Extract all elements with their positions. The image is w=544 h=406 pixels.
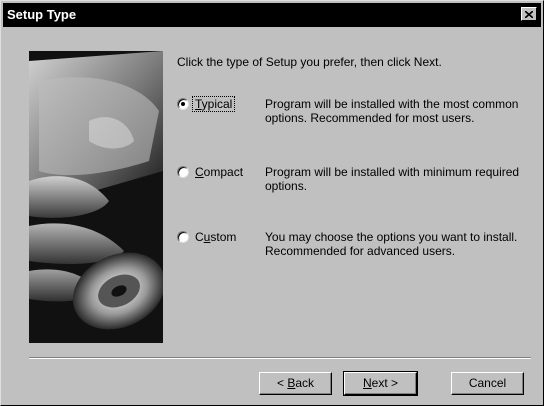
back-button[interactable]: < Back xyxy=(259,372,332,395)
radio-typical[interactable] xyxy=(177,98,189,110)
option-custom-label[interactable]: Custom xyxy=(193,230,238,244)
instructions-text: Click the type of Setup you prefer, then… xyxy=(177,55,442,69)
title-bar[interactable]: Setup Type xyxy=(3,3,541,27)
option-typical-label[interactable]: Typical xyxy=(191,96,236,112)
radio-compact[interactable] xyxy=(177,166,189,178)
close-icon xyxy=(525,10,533,18)
setup-type-dialog: Setup Type Click the type of Setup you p… xyxy=(0,0,544,406)
cancel-button[interactable]: Cancel xyxy=(451,372,524,395)
window-title: Setup Type xyxy=(7,7,77,22)
option-custom-description: You may choose the options you want to i… xyxy=(265,230,518,258)
separator-line xyxy=(29,357,531,359)
radio-custom[interactable] xyxy=(177,231,189,243)
option-compact-description: Program will be installed with minimum r… xyxy=(265,165,520,193)
next-button[interactable]: Next > xyxy=(343,371,418,396)
radio-selected-dot xyxy=(181,102,185,106)
setup-artwork-graphic xyxy=(29,51,163,343)
option-compact-label[interactable]: Compact xyxy=(193,165,245,179)
option-typical-description: Program will be installed with the most … xyxy=(265,97,519,125)
close-button[interactable] xyxy=(521,7,537,21)
setup-artwork-image xyxy=(29,51,163,343)
